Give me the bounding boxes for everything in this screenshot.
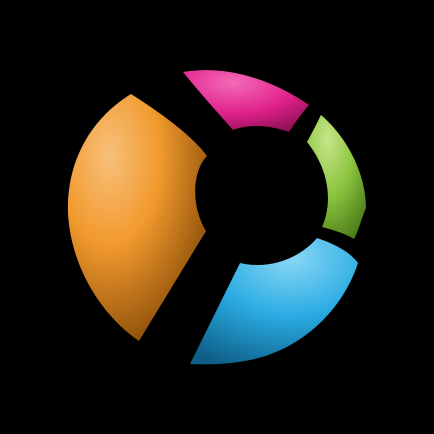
magenta-segment (183, 70, 309, 132)
app-icon (0, 0, 434, 434)
segmented-ring-logo-icon (67, 70, 366, 365)
orange-segment (67, 94, 207, 341)
blue-segment (190, 238, 358, 365)
green-segment (307, 115, 366, 239)
